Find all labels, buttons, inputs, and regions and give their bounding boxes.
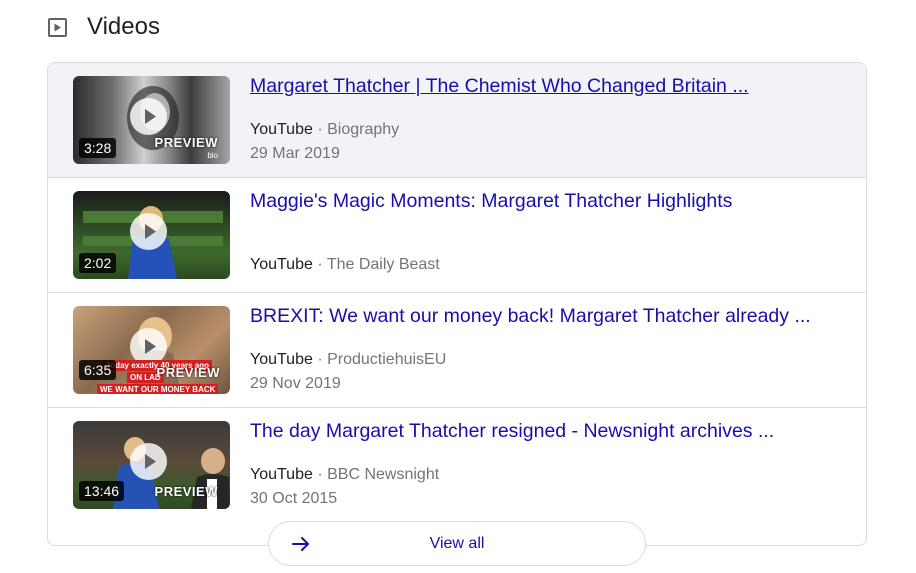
videos-card: 3:28 PREVIEW bio Margaret Thatcher | The…: [47, 62, 867, 546]
video-result[interactable]: 13:46 PREVIEW The day Margaret Thatcher …: [48, 408, 866, 523]
video-source: YouTube · The Daily Beast: [250, 256, 440, 274]
video-platform: YouTube: [250, 466, 313, 483]
video-date: 29 Mar 2019: [250, 145, 340, 162]
video-result[interactable]: Today exactly 40 years ago ON LAD WE WAN…: [48, 293, 866, 408]
play-icon: [130, 98, 167, 135]
preview-label: PREVIEW: [154, 135, 218, 150]
video-title-link[interactable]: BREXIT: We want our money back! Margaret…: [250, 305, 811, 328]
video-date: 30 Oct 2015: [250, 490, 338, 507]
video-play-icon: [48, 17, 67, 37]
video-thumbnail[interactable]: 2:02: [73, 191, 230, 279]
video-channel: ProductiehuisEU: [327, 351, 447, 368]
video-duration: 13:46: [79, 481, 125, 501]
bio-logo-text: bio: [207, 151, 218, 160]
video-result[interactable]: 2:02 Maggie's Magic Moments: Margaret Th…: [48, 178, 866, 293]
separator: ·: [317, 256, 323, 273]
video-platform: YouTube: [250, 256, 313, 273]
video-title-link[interactable]: Maggie's Magic Moments: Margaret Thatche…: [250, 190, 732, 213]
view-all-button[interactable]: View all: [268, 521, 646, 566]
play-icon: [130, 213, 167, 250]
video-channel: Biography: [327, 121, 400, 138]
videos-section-title: Videos: [87, 13, 160, 40]
preview-label: PREVIEW: [154, 484, 218, 499]
video-platform: YouTube: [250, 121, 313, 138]
video-source: YouTube · BBC Newsnight: [250, 466, 439, 484]
overlay-caption: WE WANT OUR MONEY BACK: [97, 384, 219, 394]
video-result[interactable]: 3:28 PREVIEW bio Margaret Thatcher | The…: [48, 63, 866, 178]
video-duration: 6:35: [79, 360, 117, 380]
separator: ·: [317, 121, 323, 138]
video-platform: YouTube: [250, 351, 313, 368]
view-all-label: View all: [429, 535, 485, 552]
video-source: YouTube · Biography: [250, 121, 399, 139]
video-duration: 2:02: [79, 253, 117, 273]
video-thumbnail[interactable]: Today exactly 40 years ago ON LAD WE WAN…: [73, 306, 230, 394]
video-thumbnail[interactable]: 3:28 PREVIEW bio: [73, 76, 230, 164]
video-title-link[interactable]: The day Margaret Thatcher resigned - New…: [250, 420, 774, 443]
separator: ·: [317, 466, 323, 483]
video-thumbnail[interactable]: 13:46 PREVIEW: [73, 421, 230, 509]
video-source: YouTube · ProductiehuisEU: [250, 351, 446, 369]
preview-label: PREVIEW: [156, 365, 220, 380]
videos-section-header: Videos: [48, 10, 160, 44]
separator: ·: [317, 351, 323, 368]
video-duration: 3:28: [79, 138, 117, 158]
video-title-link[interactable]: Margaret Thatcher | The Chemist Who Chan…: [250, 75, 749, 98]
video-date: 29 Nov 2019: [250, 375, 341, 392]
video-channel: The Daily Beast: [326, 256, 440, 273]
video-channel: BBC Newsnight: [327, 466, 440, 483]
play-icon: [130, 443, 167, 480]
